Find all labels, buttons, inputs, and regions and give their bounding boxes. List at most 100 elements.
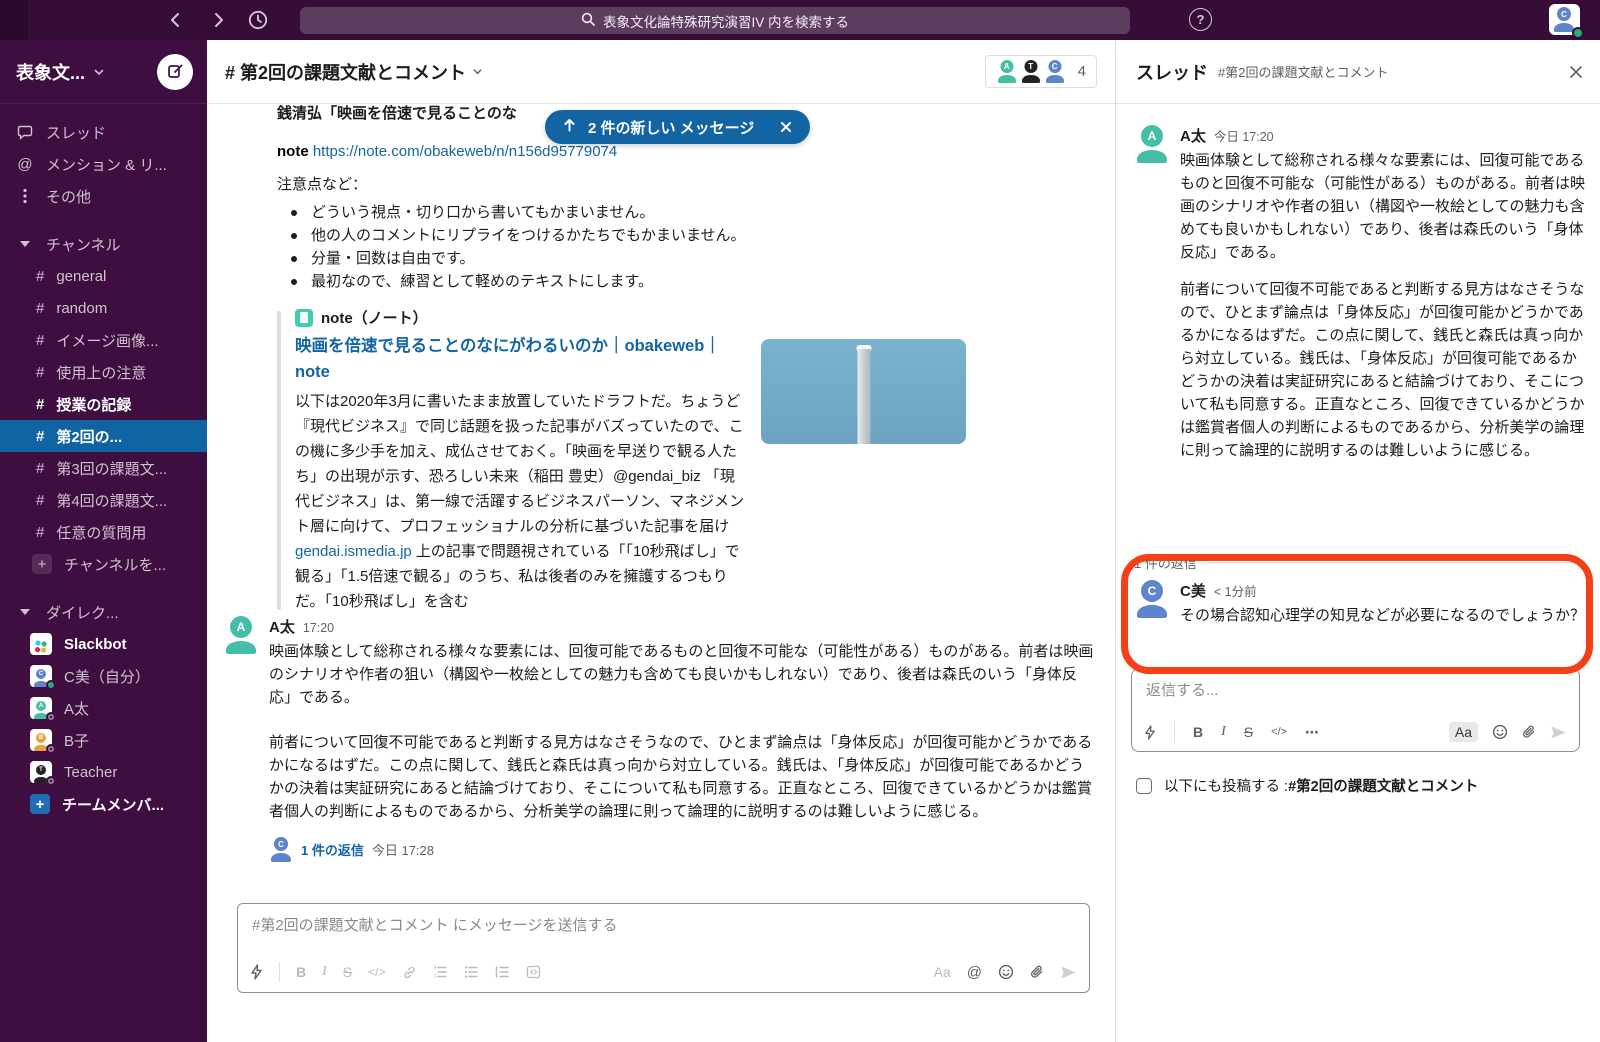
- strikethrough-icon[interactable]: S: [1244, 724, 1253, 740]
- message-author[interactable]: A太: [269, 616, 295, 637]
- close-icon[interactable]: [1568, 64, 1584, 80]
- sidebar-channel-round2-selected[interactable]: #第2回の...: [0, 420, 207, 452]
- dm-section-header[interactable]: ダイレク...: [0, 596, 207, 628]
- ordered-list-icon[interactable]: [433, 965, 448, 979]
- emoji-icon[interactable]: [998, 964, 1014, 980]
- presence-dot-offline: [46, 744, 56, 754]
- italic-icon[interactable]: I: [322, 964, 327, 980]
- bold-icon[interactable]: B: [1193, 724, 1203, 740]
- new-message-button[interactable]: [157, 54, 193, 90]
- bullet-item: 分量・回数は自由です。: [277, 247, 1095, 270]
- sidebar-channel-round4[interactable]: #第4回の課題文...: [0, 484, 207, 516]
- shortcuts-bolt-icon[interactable]: [1144, 725, 1156, 740]
- message-paragraph: 映画体験として総称される様々な要素には、回復可能であるものと回復不可能な（可能性…: [1180, 149, 1586, 264]
- search-bar[interactable]: 表象文化論特殊研究演習IV 内を検索する: [300, 7, 1130, 34]
- reply-input[interactable]: [1132, 669, 1579, 703]
- member-count-button[interactable]: A T C 4: [985, 55, 1097, 88]
- channels-section-header[interactable]: チャンネル: [0, 228, 207, 260]
- message-timestamp[interactable]: < 1分前: [1214, 581, 1257, 600]
- sidebar-item-mentions[interactable]: @ メンション & リ...: [0, 148, 207, 180]
- section-label: チャンネル: [46, 234, 121, 255]
- emoji-icon[interactable]: [1492, 724, 1508, 740]
- workspace-header[interactable]: 表象文...: [0, 40, 207, 104]
- banner-close-icon[interactable]: [780, 121, 792, 133]
- dm-slackbot[interactable]: Slackbot: [0, 628, 207, 660]
- bullet-item: 他の人のコメントにリプライをつけるかたちでもかまいません。: [277, 224, 1095, 247]
- blockquote-icon[interactable]: [495, 965, 510, 979]
- dm-b-ko[interactable]: B B子: [0, 724, 207, 756]
- shortcuts-bolt-icon[interactable]: [250, 964, 263, 980]
- attachment-icon[interactable]: [1522, 724, 1536, 740]
- more-options-icon[interactable]: ⋯: [1305, 724, 1319, 741]
- sidebar-channel-usage-notes[interactable]: #使用上の注意: [0, 356, 207, 388]
- new-messages-banner[interactable]: 2 件の新しい メッセージ: [545, 110, 810, 144]
- user-avatar[interactable]: C: [1549, 4, 1580, 35]
- mention-icon[interactable]: @: [967, 964, 982, 981]
- mentions-icon: @: [16, 156, 34, 173]
- arrow-up-icon: [563, 118, 576, 136]
- reply-author-avatar: C: [269, 837, 293, 862]
- chevron-down-icon: [93, 66, 105, 78]
- slack-window: 表象文化論特殊研究演習IV 内を検索する ? C 表象文...: [0, 0, 1600, 1042]
- history-back-icon[interactable]: [164, 8, 188, 32]
- help-icon[interactable]: ?: [1189, 8, 1212, 31]
- text-format-toggle-icon[interactable]: Aa: [1449, 722, 1478, 742]
- thread-reply-link[interactable]: C 1 件の返信 今日 17:28: [269, 837, 1097, 862]
- message-input[interactable]: [238, 904, 1089, 938]
- dm-self[interactable]: C C美（自分）: [0, 660, 207, 692]
- also-send-checkbox[interactable]: [1136, 778, 1152, 794]
- dm-teacher[interactable]: T Teacher: [0, 756, 207, 788]
- message-avatar[interactable]: A: [1134, 125, 1170, 163]
- member-count: 4: [1078, 63, 1086, 80]
- sidebar-channel-questions[interactable]: #任意の質問用: [0, 516, 207, 548]
- link-unfurl-card: note（ノート） 映画を倍速で見ることのなにがわるいのか｜obakeweb｜n…: [277, 307, 1095, 614]
- code-icon[interactable]: </>: [1271, 726, 1287, 738]
- message-avatar[interactable]: A: [223, 616, 259, 654]
- bold-icon[interactable]: B: [296, 964, 306, 980]
- presence-dot-online: [1572, 27, 1584, 39]
- send-icon[interactable]: [1060, 965, 1077, 980]
- code-block-icon[interactable]: [526, 965, 541, 979]
- text-format-toggle-icon[interactable]: Aa: [934, 964, 951, 980]
- history-forward-icon[interactable]: [206, 8, 230, 32]
- sidebar-channel-round3[interactable]: #第3回の課題文...: [0, 452, 207, 484]
- note-url-link[interactable]: https://note.com/obakeweb/n/n156d9577907…: [313, 143, 617, 160]
- plus-icon: +: [32, 554, 52, 574]
- sidebar-item-more[interactable]: その他: [0, 180, 207, 212]
- bulleted-list-icon[interactable]: [464, 965, 479, 979]
- message-avatar[interactable]: C: [1134, 580, 1170, 618]
- thread-channel-name[interactable]: #第2回の課題文献とコメント: [1218, 62, 1558, 81]
- sidebar-channel-random[interactable]: #random: [0, 292, 207, 324]
- main-message-composer[interactable]: B I S </> Aa: [237, 903, 1090, 993]
- message-author[interactable]: A太: [1180, 125, 1206, 146]
- link-icon[interactable]: [402, 965, 417, 980]
- presence-dot-offline: [46, 776, 56, 786]
- sidebar-channel-class-records[interactable]: #授業の記録: [0, 388, 207, 420]
- history-clock-icon[interactable]: [246, 8, 270, 32]
- italic-icon[interactable]: I: [1221, 724, 1226, 740]
- message-partial: 銭清弘「映画を倍速で見ることのな note https://note.com/o…: [277, 102, 1095, 614]
- message-timestamp[interactable]: 17:20: [303, 621, 334, 635]
- message-text: その場合認知心理学の知見などが必要になるのでしょうか？: [1180, 604, 1586, 627]
- strikethrough-icon[interactable]: S: [343, 964, 352, 980]
- sidebar: 表象文... スレッド @ メンション & リ...: [0, 40, 207, 1042]
- attachment-icon[interactable]: [1030, 964, 1044, 980]
- slackbot-avatar: [30, 633, 52, 655]
- add-team-members-button[interactable]: + チームメンバ...: [0, 788, 207, 820]
- sidebar-channel-image[interactable]: #イメージ画像...: [0, 324, 207, 356]
- send-icon[interactable]: [1550, 725, 1567, 740]
- thread-reply-composer[interactable]: B I S </> ⋯ Aa: [1131, 668, 1580, 752]
- channel-title[interactable]: # 第2回の課題文献とコメント: [225, 59, 483, 85]
- unfurl-inline-link[interactable]: gendai.ismedia.jp: [295, 543, 412, 560]
- unfurl-thumbnail-image[interactable]: [761, 339, 966, 444]
- dm-a-ta[interactable]: A A太: [0, 692, 207, 724]
- add-channel-button[interactable]: + チャンネルを...: [0, 548, 207, 580]
- code-icon[interactable]: </>: [368, 965, 385, 979]
- reply-count-link[interactable]: 1 件の返信: [301, 840, 364, 859]
- message-author[interactable]: C美: [1180, 580, 1206, 601]
- message-timestamp[interactable]: 今日 17:20: [1214, 126, 1274, 145]
- thread-root-message: A A太 今日 17:20 映画体験として総称される様々な要素には、回復可能であ…: [1134, 125, 1586, 551]
- sidebar-item-threads[interactable]: スレッド: [0, 116, 207, 148]
- sidebar-channel-general[interactable]: #general: [0, 260, 207, 292]
- unfurl-title-link[interactable]: 映画を倍速で見ることのなにがわるいのか｜obakeweb｜note: [295, 333, 747, 385]
